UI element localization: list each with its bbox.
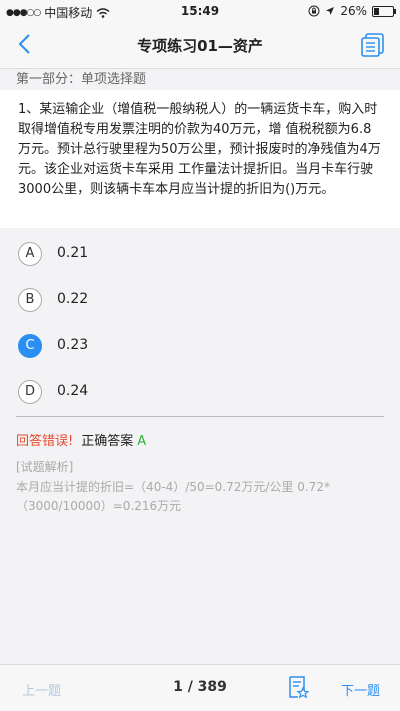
- location-icon: [326, 7, 335, 15]
- option-text: 0.23: [57, 337, 89, 353]
- battery-percent: 26%: [340, 4, 367, 18]
- battery-level: [374, 7, 379, 15]
- divider: [16, 416, 384, 417]
- option-letter: B: [18, 288, 42, 312]
- option-b[interactable]: B 0.22: [0, 280, 400, 320]
- bottom-bar: 上一题 1 / 389 下一题: [0, 664, 400, 711]
- option-c[interactable]: C 0.23: [0, 326, 400, 366]
- favorite-icon[interactable]: [285, 675, 309, 699]
- option-letter: C: [18, 334, 42, 358]
- page-title: 专项练习01—资产: [137, 37, 263, 55]
- option-a[interactable]: A 0.21: [0, 234, 400, 274]
- option-text: 0.21: [57, 245, 89, 261]
- option-letter: D: [18, 380, 42, 404]
- option-text: 0.24: [57, 383, 89, 399]
- wrong-label: 回答错误!: [16, 434, 74, 449]
- option-text: 0.22: [57, 291, 89, 307]
- correct-answer-label: 正确答案: [81, 434, 134, 449]
- question-text: 1、某运输企业（增值税一般纳税人）的一辆运货卡车，购入时取得增值税专用发票注明的…: [18, 102, 381, 197]
- question-card: 1、某运输企业（增值税一般纳税人）的一辆运货卡车，购入时取得增值税专用发票注明的…: [0, 90, 400, 228]
- correct-answer-value: A: [137, 434, 147, 449]
- battery-icon: [372, 5, 396, 17]
- status-bar: ●●●○○ 中国移动 15:49 26%: [0, 0, 400, 22]
- nav-bar: 专项练习01—资产: [0, 22, 400, 69]
- section-title: 第一部分：单项选择题: [16, 72, 147, 87]
- lock-rotation-icon: [308, 5, 320, 17]
- option-d[interactable]: D 0.24: [0, 372, 400, 412]
- option-letter: A: [18, 242, 42, 266]
- next-question-button[interactable]: 下一题: [341, 680, 380, 699]
- answer-result: 回答错误! 正确答案 A: [16, 430, 146, 449]
- explanation-text: 本月应当计提的折旧=（40-4）/50=0.72万元/公里 0.72*（3000…: [16, 480, 330, 513]
- answer-card-icon[interactable]: [360, 32, 386, 58]
- explanation-heading: [试题解析]: [16, 460, 74, 474]
